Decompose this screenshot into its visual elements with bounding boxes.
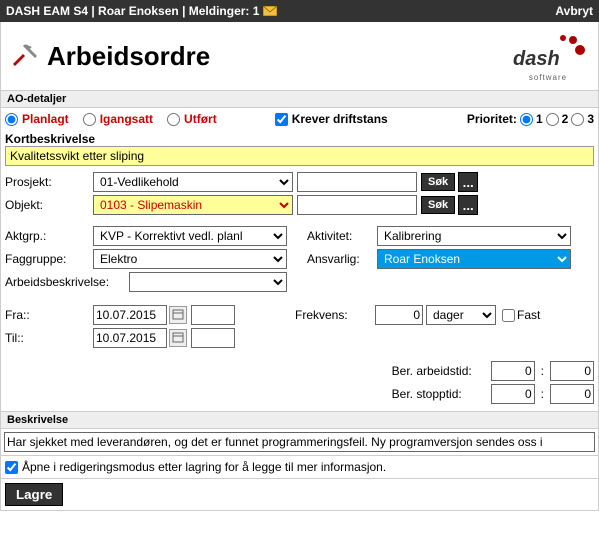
open-edit-label: Åpne i redigeringsmodus etter lagring fo… (22, 460, 386, 474)
frekvens-input[interactable] (375, 305, 423, 325)
dash-logo: dash software (508, 30, 588, 82)
status-planlagt-radio[interactable] (5, 113, 18, 126)
status-row: Planlagt Igangsatt Utført Krever driftst… (5, 112, 594, 126)
titlebar-text: DASH EAM S4 | Roar Enoksen | Meldinger: … (6, 4, 259, 18)
status-utfort-radio[interactable] (167, 113, 180, 126)
calendar-icon (172, 331, 184, 343)
frekvens-unit-select[interactable]: dager (426, 305, 496, 325)
aktgrp-select[interactable]: KVP - Korrektivt vedl. planl (93, 226, 287, 246)
fast-checkbox[interactable] (502, 309, 515, 322)
fast-label: Fast (517, 308, 540, 322)
faggruppe-label: Faggruppe: (5, 252, 93, 266)
wrench-screwdriver-icon (11, 42, 39, 70)
ansvarlig-select[interactable]: Roar Enoksen (377, 249, 571, 269)
prosjekt-sok-button[interactable]: Søk (421, 173, 455, 191)
ber-stopp-m-input[interactable] (550, 384, 594, 404)
lagre-button[interactable]: Lagre (5, 483, 63, 506)
ao-panel: Planlagt Igangsatt Utført Krever driftst… (0, 108, 599, 412)
prio-2-radio[interactable] (546, 113, 559, 126)
ber-stopp-label: Ber. stopptid: (392, 387, 488, 401)
til-time-input[interactable] (191, 328, 235, 348)
prosjekt-search-input[interactable] (297, 172, 417, 192)
titlebar: DASH EAM S4 | Roar Enoksen | Meldinger: … (0, 0, 599, 22)
prioritet-label: Prioritet: (467, 112, 517, 126)
section-header-ao: AO-detaljer (0, 91, 599, 108)
kb-header: Kortbeskrivelse (5, 126, 594, 146)
faggruppe-select[interactable]: Elektro (93, 249, 287, 269)
ber-arb-label: Ber. arbeidstid: (392, 364, 488, 378)
status-igangsatt-radio[interactable] (83, 113, 96, 126)
objekt-search-input[interactable] (297, 195, 417, 215)
prio-1-radio[interactable] (520, 113, 533, 126)
aktgrp-label: Aktgrp.: (5, 229, 93, 243)
page-title: Arbeidsordre (47, 41, 210, 72)
aktivitet-label: Aktivitet: (307, 229, 377, 243)
open-edit-checkbox[interactable] (5, 461, 18, 474)
objekt-more-button[interactable]: ... (458, 195, 478, 215)
fra-label: Fra:: (5, 308, 93, 322)
beskrivelse-input[interactable] (4, 432, 595, 452)
prosjekt-label: Prosjekt: (5, 175, 93, 189)
svg-text:dash: dash (513, 48, 560, 70)
ansvarlig-label: Ansvarlig: (307, 252, 377, 266)
mail-icon[interactable] (263, 6, 277, 16)
til-date-input[interactable] (93, 328, 167, 348)
fra-time-input[interactable] (191, 305, 235, 325)
section-header-desc: Beskrivelse (0, 412, 599, 429)
prosjekt-more-button[interactable]: ... (458, 172, 478, 192)
ber-arb-m-input[interactable] (550, 361, 594, 381)
status-planlagt-label: Planlagt (22, 112, 69, 126)
objekt-sok-button[interactable]: Søk (421, 196, 455, 214)
page-header: Arbeidsordre dash software (0, 22, 599, 91)
til-label: Til:: (5, 331, 93, 345)
driftstans-checkbox[interactable] (275, 113, 288, 126)
ber-stopp-h-input[interactable] (491, 384, 535, 404)
objekt-select[interactable]: 0103 - Slipemaskin (93, 195, 293, 215)
til-calendar-button[interactable] (169, 329, 187, 347)
status-utfort-label: Utført (184, 112, 217, 126)
fra-date-input[interactable] (93, 305, 167, 325)
prio-3-radio[interactable] (571, 113, 584, 126)
prosjekt-select[interactable]: 01-Vedlikehold (93, 172, 293, 192)
driftstans-label: Krever driftstans (292, 112, 388, 126)
objekt-label: Objekt: (5, 198, 93, 212)
arbeidsbesk-label: Arbeidsbeskrivelse: (5, 275, 129, 289)
calendar-icon (172, 308, 184, 320)
cancel-link[interactable]: Avbryt (555, 4, 593, 18)
frekvens-label: Frekvens: (295, 308, 375, 322)
fra-calendar-button[interactable] (169, 306, 187, 324)
status-igangsatt-label: Igangsatt (100, 112, 153, 126)
ber-arb-h-input[interactable] (491, 361, 535, 381)
arbeidsbesk-select[interactable] (129, 272, 287, 292)
kortbeskrivelse-input[interactable] (5, 146, 594, 166)
aktivitet-select[interactable]: Kalibrering (377, 226, 571, 246)
